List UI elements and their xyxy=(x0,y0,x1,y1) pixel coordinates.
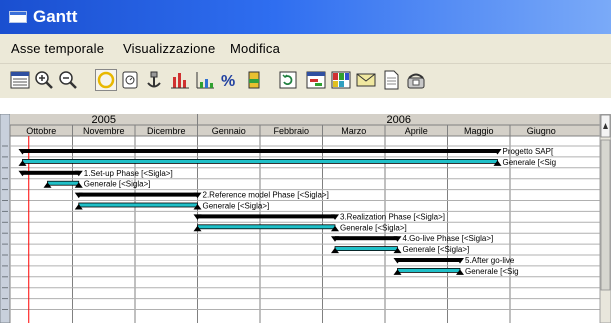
toolbar-spacer xyxy=(0,98,611,114)
bar-label: Generale [<Sigla>] xyxy=(203,202,270,211)
month-label: Dicembre xyxy=(147,126,186,136)
task-bar[interactable] xyxy=(47,180,80,186)
document-icon[interactable] xyxy=(380,69,402,91)
bar-label: Progetto SAP[ xyxy=(503,147,554,156)
window-titlebar: Gantt xyxy=(0,0,611,34)
calendar-icon[interactable] xyxy=(9,69,31,91)
task-bar[interactable] xyxy=(334,246,398,252)
scrollbar-thumb[interactable] xyxy=(600,139,611,291)
menu-modifica[interactable]: Modifica xyxy=(230,41,280,57)
phone-icon[interactable] xyxy=(405,69,427,91)
menu-asse-temporale[interactable]: Asse temporale xyxy=(11,41,104,57)
window-title: Gantt xyxy=(33,7,78,26)
year-label: 2005 xyxy=(92,114,116,126)
year-label: 2006 xyxy=(387,114,411,126)
month-label: Ottobre xyxy=(26,126,56,136)
month-label: Novembre xyxy=(83,126,125,136)
bar-label: Generale [<Sigla>] xyxy=(84,180,151,189)
bar-label: Generale [<Sigla>] xyxy=(340,223,407,232)
bar-chart-icon[interactable] xyxy=(169,69,191,91)
menu-bar: Asse temporale Visualizzazione Modifica xyxy=(0,34,611,64)
summary-bar[interactable] xyxy=(397,258,461,262)
grid-color-icon[interactable] xyxy=(330,69,352,91)
summary-bar[interactable] xyxy=(22,149,498,153)
summary-bar[interactable] xyxy=(197,214,336,219)
refresh-icon[interactable] xyxy=(277,69,299,91)
window-icon xyxy=(9,11,27,23)
percent-icon[interactable]: % xyxy=(219,69,241,91)
task-bar[interactable] xyxy=(22,159,498,164)
clock-icon[interactable] xyxy=(119,69,141,91)
month-label: Aprile xyxy=(405,126,428,136)
flask-icon[interactable] xyxy=(243,69,265,91)
row-header-strip[interactable] xyxy=(0,114,11,323)
month-label: Marzo xyxy=(341,126,366,136)
circle-icon[interactable] xyxy=(95,69,117,91)
anchor-icon[interactable] xyxy=(143,69,165,91)
menu-visualizzazione[interactable]: Visualizzazione xyxy=(123,41,215,57)
timeline-icon[interactable] xyxy=(305,69,327,91)
task-bar[interactable] xyxy=(78,202,198,208)
bar-label: 1.Set-up Phase [<Sigla>] xyxy=(84,169,173,178)
summary-bar[interactable] xyxy=(78,192,198,197)
svg-text:%: % xyxy=(221,73,235,90)
column-chart-icon[interactable] xyxy=(194,69,216,91)
month-label: Giugno xyxy=(527,126,556,136)
chart-background xyxy=(0,114,611,323)
task-bar[interactable] xyxy=(197,224,336,230)
bar-label: Generale [<Sig xyxy=(465,267,519,276)
task-bar[interactable] xyxy=(397,267,461,273)
mail-icon[interactable] xyxy=(355,69,377,91)
month-label: Maggio xyxy=(464,126,494,136)
zoom-in-icon[interactable] xyxy=(33,69,55,91)
bar-label: 4.Go-live Phase [<Sigla>] xyxy=(403,234,494,243)
month-label: Gennaio xyxy=(212,126,246,136)
bar-label: Generale [<Sig xyxy=(503,158,557,167)
summary-bar[interactable] xyxy=(335,236,398,241)
summary-bar[interactable] xyxy=(22,170,79,175)
bar-label: Generale [<Sigla>] xyxy=(403,245,470,254)
month-label: Febbraio xyxy=(273,126,309,136)
zoom-out-icon[interactable] xyxy=(57,69,79,91)
bar-label: 2.Reference model Phase [<Sigla>] xyxy=(203,191,329,200)
bar-label: 5.After go-live xyxy=(465,256,515,265)
bar-label: 3.Realization Phase [<Sigla>] xyxy=(340,212,445,221)
toolbar: % xyxy=(0,64,611,98)
gantt-chart: 2005 2006 Ottobre Novembre Dicembre Gennaio Fe… xyxy=(0,114,611,323)
